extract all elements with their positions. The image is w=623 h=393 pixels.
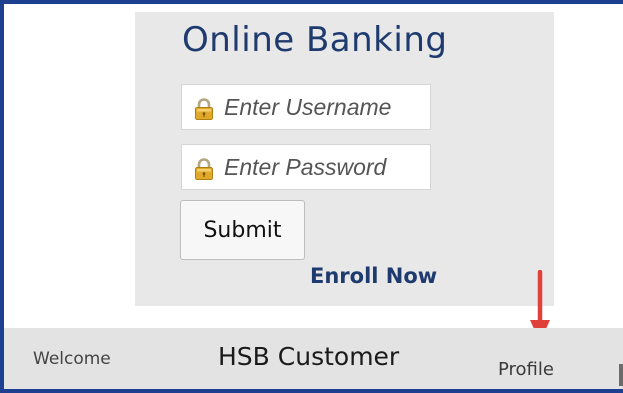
- enroll-now-link[interactable]: Enroll Now: [310, 264, 437, 288]
- padlock-icon: [195, 158, 213, 180]
- page-title: Online Banking: [182, 20, 448, 60]
- screenshot-frame: Online Banking Submit Enroll Now: [0, 0, 623, 393]
- nav-divider: [619, 364, 623, 386]
- password-field[interactable]: [181, 144, 431, 190]
- login-panel: Online Banking Submit Enroll Now: [135, 12, 554, 306]
- username-input[interactable]: [224, 85, 424, 129]
- padlock-icon: [195, 98, 213, 120]
- password-input[interactable]: [224, 145, 424, 189]
- profile-link[interactable]: Profile: [498, 359, 554, 380]
- submit-button[interactable]: Submit: [180, 200, 305, 260]
- customer-nav-bar: Welcome HSB Customer Profile: [4, 328, 623, 389]
- username-field[interactable]: [181, 84, 431, 130]
- customer-name: HSB Customer: [218, 342, 400, 371]
- welcome-label: Welcome: [33, 349, 111, 369]
